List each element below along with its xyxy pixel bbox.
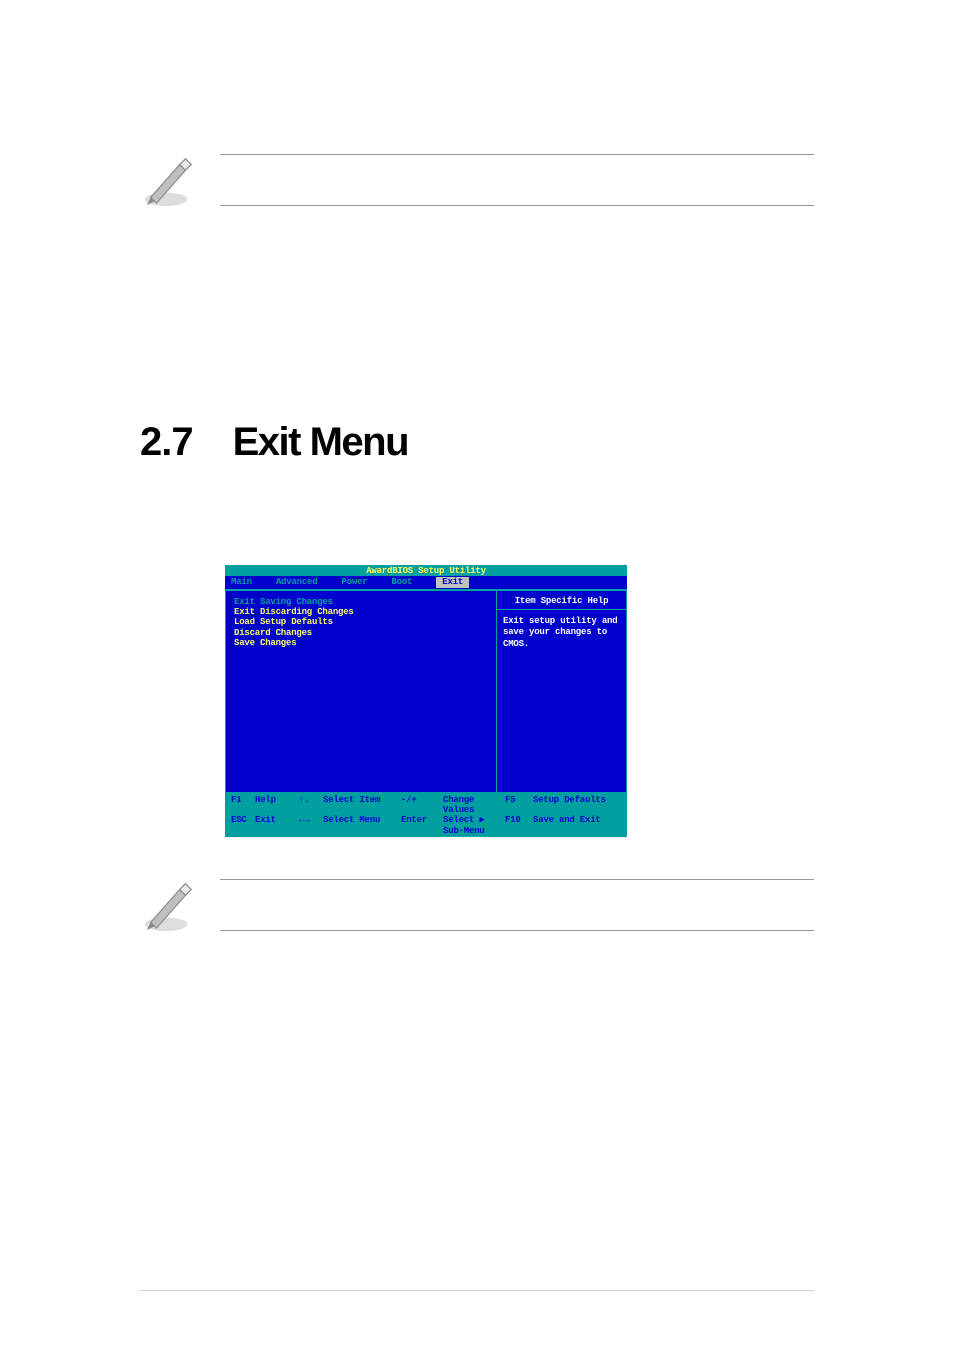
footer-action-select-item: Select Item (323, 795, 401, 816)
note-divider-top (220, 154, 814, 155)
bios-help-panel: Item Specific Help Exit setup utility an… (497, 591, 627, 793)
footer-arrows-leftright: ←→ (299, 815, 323, 836)
bios-menu-panel: Exit Saving Changes Exit Discarding Chan… (225, 591, 497, 793)
footer-key-f10: F10 (505, 815, 533, 836)
footer-action-setup-defaults: Setup Defaults (533, 795, 621, 816)
footer-action-submenu: Select ▶ Sub-Menu (443, 815, 493, 836)
section-heading: 2.7 Exit Menu (140, 420, 814, 465)
tab-main[interactable]: Main (231, 577, 252, 587)
menu-item-exit-discarding[interactable]: Exit Discarding Changes (234, 607, 488, 617)
menu-item-discard-changes[interactable]: Discard Changes (234, 628, 488, 638)
help-panel-body: Exit setup utility and save your changes… (497, 610, 626, 654)
footer-action-select-menu: Select Menu (323, 815, 401, 836)
section-number: 2.7 (140, 420, 193, 465)
footer-action-save-exit: Save and Exit (533, 815, 621, 836)
bios-menubar: Main Advanced Power Boot Exit (225, 576, 627, 588)
section-title: Exit Menu (233, 420, 408, 465)
menu-item-save-changes[interactable]: Save Changes (234, 638, 488, 648)
tab-power[interactable]: Power (341, 577, 367, 587)
footer-label-help: Help (255, 795, 299, 816)
bios-title: AwardBIOS Setup Utility (225, 565, 627, 576)
footer-key-f1: F1 (231, 795, 255, 816)
note-divider-top (220, 879, 814, 880)
note-block-1 (140, 150, 814, 210)
pen-note-icon (140, 150, 200, 210)
note-divider-bottom (220, 930, 814, 931)
footer-arrows-updown: ↑↓ (299, 795, 323, 816)
footer-key-esc: ESC (231, 815, 255, 836)
note-divider-bottom (220, 205, 814, 206)
page-footer-divider (140, 1290, 814, 1291)
pen-note-icon (140, 875, 200, 935)
tab-exit[interactable]: Exit (436, 577, 469, 587)
help-panel-title: Item Specific Help (497, 591, 626, 610)
footer-action-change-values: Change Values (443, 795, 493, 816)
tab-boot[interactable]: Boot (391, 577, 412, 587)
footer-key-enter: Enter (401, 815, 443, 836)
tab-advanced[interactable]: Advanced (276, 577, 318, 587)
bios-window: AwardBIOS Setup Utility Main Advanced Po… (225, 565, 627, 837)
menu-item-load-defaults[interactable]: Load Setup Defaults (234, 617, 488, 627)
note-block-2 (140, 875, 814, 935)
footer-label-exit: Exit (255, 815, 299, 836)
menu-item-exit-saving[interactable]: Exit Saving Changes (234, 597, 488, 607)
bios-footer: F1 Help ↑↓ Select Item -/+ Change Values… (225, 793, 627, 837)
footer-key-f5: F5 (505, 795, 533, 816)
footer-key-plusminus: -/+ (401, 795, 443, 816)
